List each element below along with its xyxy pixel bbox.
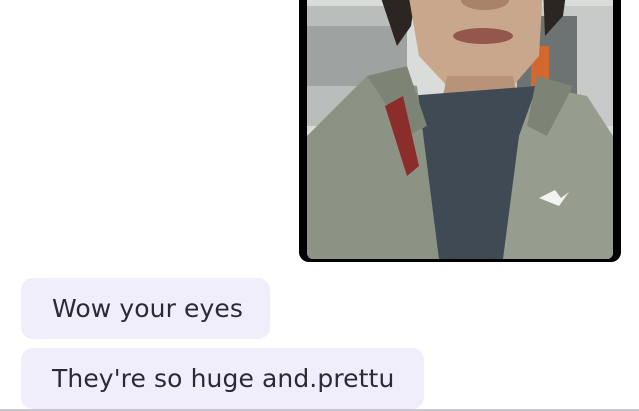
received-message-bubble[interactable]: Wow your eyes [21, 278, 270, 339]
received-message-bubble[interactable]: They're so huge and.prettu [21, 348, 424, 409]
message-text: They're so huge and.prettu [52, 364, 395, 393]
message-text: Wow your eyes [52, 294, 243, 323]
selfie-photo [307, 0, 613, 259]
chat-thread[interactable]: Wow your eyes They're so huge and.prettu [0, 0, 639, 411]
photo-message[interactable] [299, 0, 621, 262]
